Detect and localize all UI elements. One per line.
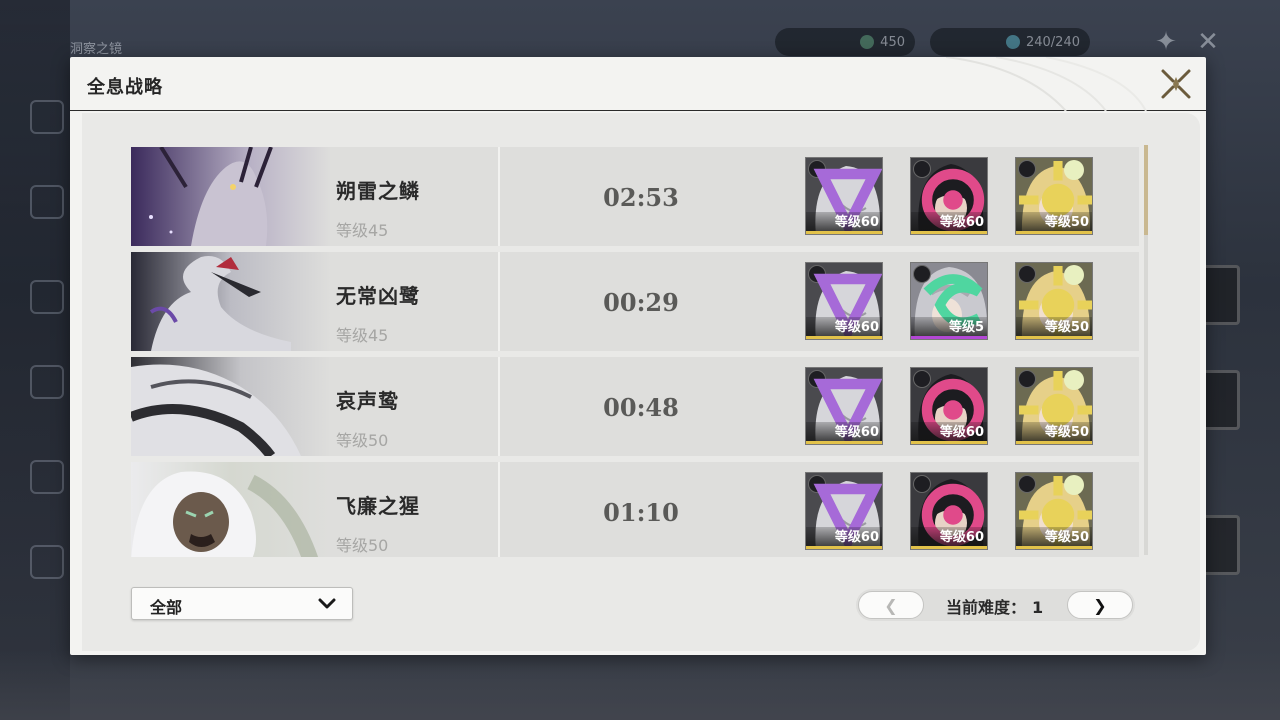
boss-name: 哀声鸷 — [336, 389, 399, 413]
fusion-element-icon — [913, 475, 985, 547]
background-sidebar — [0, 0, 70, 720]
row-divider — [498, 462, 500, 557]
sidebar-icon — [30, 460, 64, 494]
team-member-card[interactable]: 等级60 — [805, 157, 883, 235]
boss-name: 无常凶鹭 — [336, 284, 420, 308]
currency-counter: 450 — [775, 28, 915, 56]
row-divider — [498, 147, 500, 246]
boss-portrait — [131, 357, 331, 456]
next-difficulty-button[interactable]: ❯ — [1067, 591, 1133, 619]
havoc-element-icon — [808, 160, 882, 234]
clear-time: 00:29 — [603, 288, 679, 317]
rarity-bar — [1016, 441, 1092, 444]
sidebar-icon — [30, 365, 64, 399]
rarity-bar — [1016, 231, 1092, 234]
clear-time: 00:48 — [603, 393, 679, 422]
currency-value: 450 — [880, 34, 905, 50]
rarity-bar — [911, 546, 987, 549]
difficulty-pager: ❮ 当前难度： 1 ❯ — [856, 589, 1135, 621]
stamina-icon — [1005, 35, 1020, 49]
team-member-card[interactable]: 等级60 — [805, 367, 883, 445]
fusion-element-icon — [913, 160, 985, 232]
team-member-card[interactable]: 等级50 — [1015, 367, 1093, 445]
boss-portrait-image — [131, 252, 331, 351]
holographic-strategy-dialog: 全息战略 朔雷之鳞 等级45 02:53 等级60 等级60 等级50 无常凶鹭… — [70, 57, 1206, 655]
list-scrollbar[interactable] — [1144, 145, 1148, 555]
previous-difficulty-button[interactable]: ❮ — [858, 591, 924, 619]
team-member-card[interactable]: 等级50 — [1015, 262, 1093, 340]
team-member-card[interactable]: 等级60 — [805, 472, 883, 550]
spectro-element-icon — [1018, 475, 1092, 549]
boss-portrait-image — [131, 147, 331, 246]
background-bottom — [0, 650, 1280, 720]
boss-level: 等级50 — [336, 431, 389, 450]
currency-icon — [860, 35, 875, 49]
havoc-element-icon — [808, 370, 882, 444]
record-row[interactable]: 无常凶鹭 等级45 00:29 等级60 等级5 等级50 — [131, 252, 1139, 351]
boss-portrait — [131, 462, 331, 557]
background-close-icon: ✕ — [1197, 27, 1219, 57]
team-member-card[interactable]: 等级60 — [910, 472, 988, 550]
filter-selected-value: 全部 — [150, 598, 183, 617]
difficulty-value: 1 — [1032, 598, 1044, 617]
spectro-element-icon — [1018, 265, 1092, 339]
boss-name: 朔雷之鳞 — [336, 179, 420, 203]
boss-portrait-image — [131, 357, 331, 456]
havoc-element-icon — [808, 265, 882, 339]
dialog-header: 全息战略 — [70, 57, 1206, 111]
header-decoration — [945, 57, 1147, 111]
record-row[interactable]: 飞廉之猩 等级50 01:10 等级60 等级60 等级50 — [131, 462, 1139, 557]
fusion-element-icon — [913, 370, 985, 442]
rarity-bar — [806, 231, 882, 234]
record-row[interactable]: 朔雷之鳞 等级45 02:53 等级60 等级60 等级50 — [131, 147, 1139, 246]
rarity-bar — [806, 336, 882, 339]
difficulty-indicator: 当前难度： 1 — [946, 594, 1043, 618]
team-member-card[interactable]: 等级60 — [910, 367, 988, 445]
spectro-element-icon — [1018, 370, 1092, 444]
sidebar-icon — [30, 280, 64, 314]
team-member-card[interactable]: 等级60 — [805, 262, 883, 340]
boss-portrait-image — [131, 462, 331, 557]
team-member-card[interactable]: 等级50 — [1015, 157, 1093, 235]
boss-name: 飞廉之猩 — [336, 494, 420, 518]
record-list: 朔雷之鳞 等级45 02:53 等级60 等级60 等级50 无常凶鹭 等级45… — [131, 147, 1139, 557]
boss-portrait — [131, 147, 331, 246]
settings-icon: ✦ — [1155, 27, 1177, 57]
boss-level: 等级45 — [336, 221, 389, 240]
rarity-bar — [806, 441, 882, 444]
scrollbar-thumb[interactable] — [1144, 145, 1148, 235]
close-button[interactable] — [1160, 68, 1192, 100]
clear-time: 02:53 — [603, 183, 679, 212]
team-member-card[interactable]: 等级60 — [910, 157, 988, 235]
rarity-bar — [1016, 546, 1092, 549]
sidebar-icon — [30, 100, 64, 134]
rarity-bar — [911, 336, 987, 339]
rarity-bar — [911, 441, 987, 444]
filter-dropdown[interactable]: 全部 — [131, 587, 353, 620]
team-member-card[interactable]: 等级5 — [910, 262, 988, 340]
team-member-card[interactable]: 等级50 — [1015, 472, 1093, 550]
row-divider — [498, 252, 500, 351]
sidebar-icon — [30, 545, 64, 579]
close-icon — [1161, 69, 1191, 99]
dialog-title: 全息战略 — [87, 77, 163, 98]
stamina-counter: 240/240 — [930, 28, 1090, 56]
rarity-bar — [1016, 336, 1092, 339]
rarity-bar — [911, 231, 987, 234]
rarity-bar — [806, 546, 882, 549]
havoc-element-icon — [808, 475, 882, 549]
record-row[interactable]: 哀声鸷 等级50 00:48 等级60 等级60 等级50 — [131, 357, 1139, 456]
difficulty-label: 当前难度： — [946, 598, 1027, 617]
aero-element-icon — [913, 265, 983, 328]
boss-level: 等级50 — [336, 536, 389, 555]
boss-portrait — [131, 252, 331, 351]
stamina-value: 240/240 — [1025, 34, 1080, 50]
boss-level: 等级45 — [336, 326, 389, 345]
chevron-down-icon — [318, 598, 336, 609]
row-divider — [498, 357, 500, 456]
spectro-element-icon — [1018, 160, 1092, 234]
clear-time: 01:10 — [603, 498, 679, 527]
sidebar-icon — [30, 185, 64, 219]
background-title: 洞察之镜 — [70, 42, 123, 57]
